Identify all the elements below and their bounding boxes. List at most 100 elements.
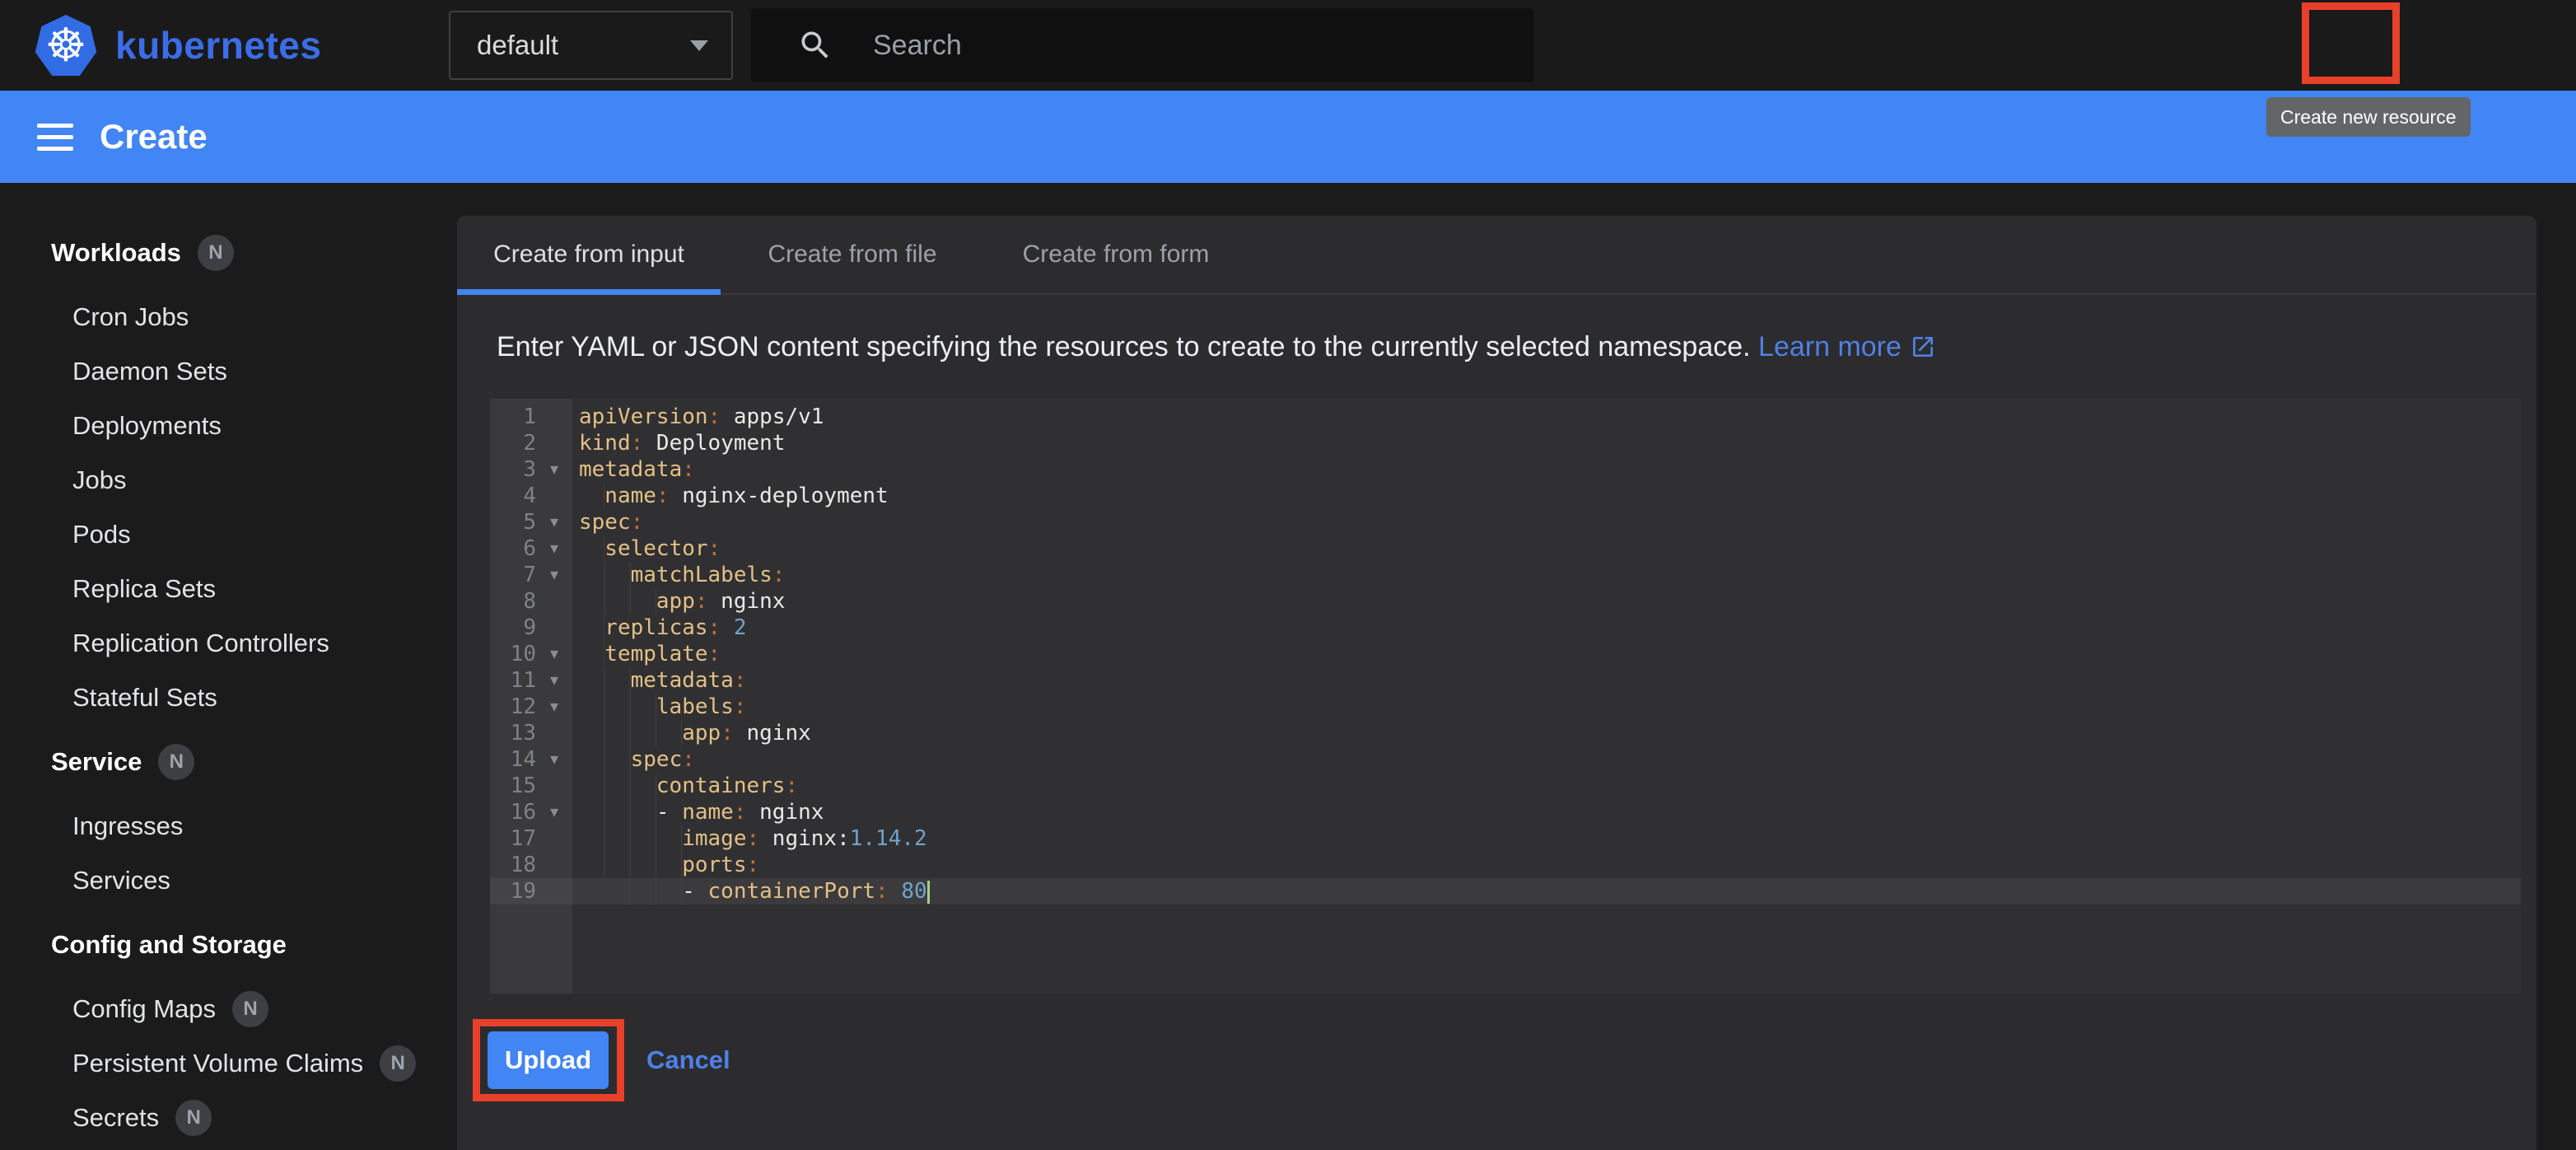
sidebar-item-stateful-sets[interactable]: Stateful Sets (0, 671, 457, 725)
line-number: 5 (490, 509, 536, 535)
sidebar-group-config-and-storage[interactable]: Config and Storage (0, 918, 457, 972)
editor-line-8[interactable]: 8app: nginx (490, 588, 2521, 615)
sidebar-item-replication-controllers[interactable]: Replication Controllers (0, 616, 457, 671)
line-number: 9 (490, 615, 536, 641)
line-number: 12 (490, 694, 536, 720)
editor-line-6[interactable]: 6▾selector: (490, 535, 2521, 562)
indent-guides (579, 667, 631, 694)
sidebar-label: Jobs (72, 465, 126, 495)
editor-line-7[interactable]: 7▾matchLabels: (490, 562, 2521, 588)
sidebar-item-cron-jobs[interactable]: Cron Jobs (0, 290, 457, 344)
fold-toggle-icon[interactable]: ▾ (536, 694, 572, 720)
editor-line-13[interactable]: 13app: nginx (490, 720, 2521, 746)
cancel-button[interactable]: Cancel (646, 1045, 730, 1075)
editor-line-11[interactable]: 11▾metadata: (490, 667, 2521, 694)
token-key: name (682, 800, 734, 825)
fold-toggle-icon[interactable]: ▾ (536, 562, 572, 588)
fold-toggle-icon[interactable]: ▾ (536, 535, 572, 562)
sidebar-item-services[interactable]: Services (0, 853, 457, 908)
sidebar-item-pods[interactable]: Pods (0, 507, 457, 562)
indent-guides (579, 562, 631, 588)
fold-toggle-icon[interactable]: ▾ (536, 509, 572, 535)
sidebar-item-persistent-volume-claims[interactable]: Persistent Volume ClaimsN (0, 1036, 457, 1091)
token-key: spec (579, 510, 631, 535)
editor-line-19[interactable]: 19- containerPort: 80 (490, 878, 2521, 905)
fold-toggle-icon[interactable]: ▾ (536, 746, 572, 773)
line-number: 4 (490, 483, 536, 509)
token-punc: : (875, 879, 889, 904)
token-punc: : (656, 484, 670, 508)
editor-line-10[interactable]: 10▾template: (490, 641, 2521, 667)
code-text: spec: (572, 746, 2521, 773)
active-tab-indicator (457, 289, 721, 295)
line-number: 11 (490, 667, 536, 694)
sidebar-item-daemon-sets[interactable]: Daemon Sets (0, 344, 457, 399)
sidebar-item-jobs[interactable]: Jobs (0, 453, 457, 507)
code-text: app: nginx (572, 720, 2521, 746)
learn-more-link[interactable]: Learn more (1758, 331, 1936, 362)
sidebar-nav: WorkloadsN Cron Jobs Daemon Sets Deployment… (0, 183, 457, 1150)
token-val: nginx (747, 800, 824, 825)
sidebar-label: Cron Jobs (72, 302, 189, 332)
chevron-down-icon (690, 40, 708, 51)
tab-create-from-input[interactable]: Create from input (457, 216, 721, 293)
editor-line-5[interactable]: 5▾ spec: (490, 509, 2521, 535)
tab-create-from-file[interactable]: Create from file (721, 216, 984, 293)
search-input[interactable] (873, 30, 1533, 62)
editor-line-17[interactable]: 17image: nginx:1.14.2 (490, 825, 2521, 852)
external-link-icon (1910, 334, 1936, 367)
editor-line-2[interactable]: 2kind: Deployment (490, 430, 2521, 456)
token-punc: : (785, 774, 798, 798)
sidebar-item-replica-sets[interactable]: Replica Sets (0, 562, 457, 616)
sidebar-label: Deployments (72, 411, 222, 441)
editor-line-14[interactable]: 14▾spec: (490, 746, 2521, 773)
indent-guides (579, 483, 604, 509)
token-key: matchLabels (631, 563, 772, 587)
indent-guides (579, 878, 682, 905)
token-key: containerPort (708, 879, 876, 904)
fold-toggle-icon[interactable]: ▾ (536, 641, 572, 667)
tab-bar: Create from inputCreate from fileCreate … (457, 216, 2536, 295)
create-card: Create from inputCreate from fileCreate … (457, 216, 2536, 1150)
kubernetes-brand[interactable]: ☸ kubernetes (35, 13, 321, 77)
yaml-editor[interactable]: 1apiVersion: apps/v12kind: Deployment3▾m… (490, 399, 2521, 993)
fold-toggle-icon[interactable]: ▾ (536, 456, 572, 483)
token-val: nginx: (759, 826, 850, 851)
editor-line-4[interactable]: 4name: nginx-deployment (490, 483, 2521, 509)
editor-line-9[interactable]: 9replicas: 2 (490, 615, 2521, 641)
form-actions: Upload Cancel (488, 1031, 2536, 1089)
fold-spacer (536, 852, 572, 878)
fold-toggle-icon[interactable]: ▾ (536, 799, 572, 825)
editor-line-16[interactable]: 16▾- name: nginx (490, 799, 2521, 825)
sidebar-item-secrets[interactable]: SecretsN (0, 1091, 457, 1145)
menu-button[interactable] (37, 124, 73, 151)
upload-button[interactable]: Upload (488, 1031, 609, 1089)
indent-guides (579, 825, 682, 852)
line-number: 16 (490, 799, 536, 825)
code-text: - name: nginx (572, 799, 2521, 825)
editor-line-1[interactable]: 1apiVersion: apps/v1 (490, 404, 2521, 430)
sidebar-item-config-maps[interactable]: Config MapsN (0, 982, 457, 1036)
sidebar-item-ingresses[interactable]: Ingresses (0, 799, 457, 853)
sidebar-item-deployments[interactable]: Deployments (0, 399, 457, 453)
fold-spacer (536, 404, 572, 430)
editor-line-3[interactable]: 3▾metadata: (490, 456, 2521, 483)
token-punc: : (631, 510, 644, 535)
editor-line-18[interactable]: 18ports: (490, 852, 2521, 878)
token-punc: : (734, 800, 747, 825)
namespace-value: default (477, 30, 690, 61)
editor-line-15[interactable]: 15containers: (490, 773, 2521, 799)
indent-guides (579, 694, 656, 720)
sidebar-group-service[interactable]: ServiceN (0, 735, 457, 789)
namespace-selector[interactable]: default (449, 11, 733, 80)
code-text: matchLabels: (572, 562, 2521, 588)
sidebar-group-workloads[interactable]: WorkloadsN (0, 226, 457, 280)
tab-create-from-form[interactable]: Create from form (984, 216, 1248, 293)
sidebar-label: Pods (72, 520, 131, 549)
editor-line-12[interactable]: 12▾labels: (490, 694, 2521, 720)
token-punc: : (682, 457, 695, 482)
token-key: spec (631, 747, 683, 772)
fold-toggle-icon[interactable]: ▾ (536, 667, 572, 694)
line-number: 18 (490, 852, 536, 878)
sidebar-label: Config and Storage (51, 930, 287, 960)
